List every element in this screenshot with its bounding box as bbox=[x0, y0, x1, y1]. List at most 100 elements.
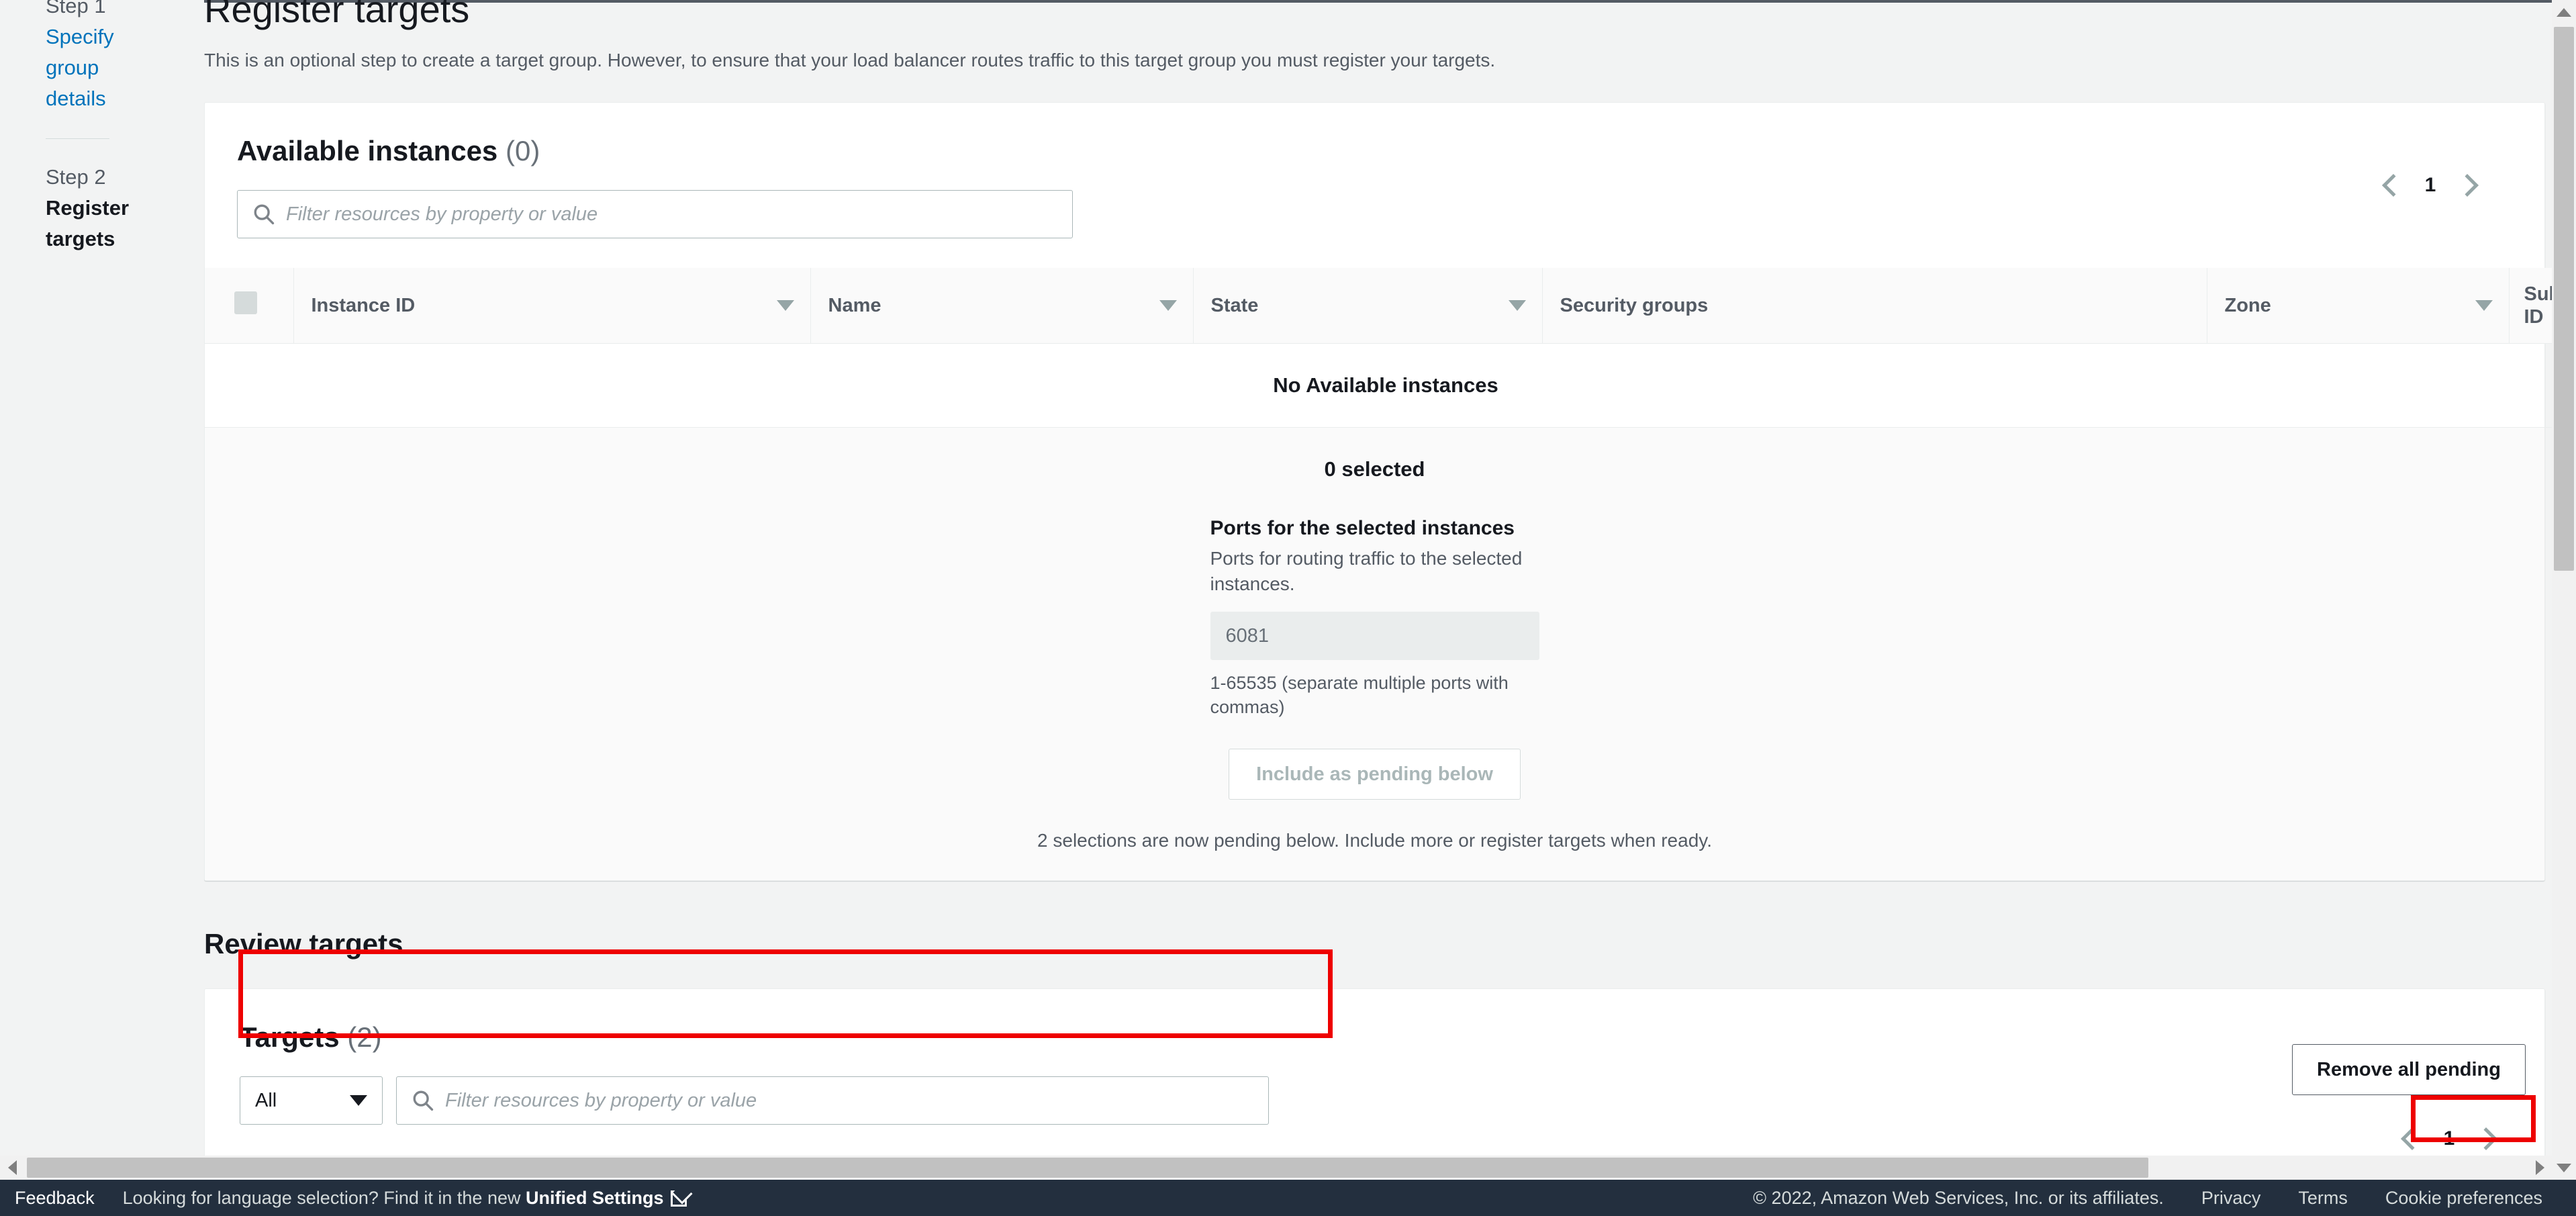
targets-filter-select-value: All bbox=[255, 1089, 277, 1111]
bottom-bar-left: Feedback Looking for language selection?… bbox=[0, 1188, 687, 1209]
wizard-divider bbox=[46, 138, 109, 139]
available-instances-search[interactable] bbox=[237, 190, 1073, 238]
available-column-security-groups-label: Security groups bbox=[1560, 295, 1709, 316]
ports-block: Ports for the selected instances Ports f… bbox=[1210, 515, 1539, 719]
wizard-step-2-title-line1: Register bbox=[46, 196, 130, 220]
page-description: This is an optional step to create a tar… bbox=[204, 50, 1496, 71]
scroll-down-button[interactable] bbox=[2552, 1156, 2576, 1180]
available-pagination-prev-button[interactable] bbox=[2373, 165, 2414, 206]
external-link-icon bbox=[670, 1190, 687, 1207]
available-instances-count: (0) bbox=[505, 135, 540, 167]
unified-settings-link[interactable]: Unified Settings bbox=[526, 1188, 664, 1208]
available-pagination-page-number[interactable]: 1 bbox=[2414, 174, 2446, 197]
scroll-left-button[interactable] bbox=[0, 1156, 24, 1180]
targets-search[interactable] bbox=[396, 1076, 1269, 1125]
copyright-text: © 2022, Amazon Web Services, Inc. or its… bbox=[1753, 1187, 2164, 1208]
pending-selections-note: 2 selections are now pending below. Incl… bbox=[1037, 830, 1712, 851]
available-column-zone-label: Zone bbox=[2224, 295, 2271, 316]
wizard-step-1-title-line2[interactable]: group bbox=[46, 52, 177, 83]
targets-filter-select[interactable]: All bbox=[240, 1076, 383, 1125]
vertical-scrollbar[interactable] bbox=[2552, 0, 2576, 1180]
available-column-name[interactable]: Name bbox=[810, 268, 1193, 344]
feedback-link[interactable]: Feedback bbox=[15, 1188, 95, 1209]
bottom-status-bar: Feedback Looking for language selection?… bbox=[0, 1180, 2576, 1216]
available-empty-message: No Available instances bbox=[205, 343, 2567, 428]
available-select-all-header[interactable] bbox=[205, 268, 293, 344]
targets-search-input[interactable] bbox=[445, 1089, 1253, 1112]
available-column-zone[interactable]: Zone bbox=[2206, 268, 2509, 344]
available-instances-title: Available instances (0) bbox=[237, 134, 2373, 169]
chevron-down-icon bbox=[350, 1095, 367, 1106]
triangle-left-icon bbox=[7, 1160, 17, 1175]
available-column-state-label: State bbox=[1210, 295, 1259, 316]
wizard-step-2-label: Step 2 bbox=[46, 165, 106, 189]
chevron-left-icon bbox=[2382, 174, 2405, 197]
sort-caret-icon[interactable] bbox=[776, 300, 794, 311]
available-pagination-next-button[interactable] bbox=[2446, 165, 2488, 206]
cookie-preferences-link[interactable]: Cookie preferences bbox=[2385, 1188, 2542, 1209]
ports-hint: 1-65535 (separate multiple ports with co… bbox=[1210, 673, 1509, 717]
wizard-step-1-label: Step 1 bbox=[46, 0, 106, 17]
chevron-right-icon bbox=[2456, 174, 2479, 197]
horizontal-scrollbar-thumb[interactable] bbox=[27, 1158, 2148, 1178]
search-icon bbox=[413, 1090, 434, 1111]
sort-caret-icon[interactable] bbox=[1159, 300, 1177, 311]
available-column-instance-id-label: Instance ID bbox=[311, 295, 416, 316]
bottom-bar-right: © 2022, Amazon Web Services, Inc. or its… bbox=[1753, 1188, 2576, 1209]
wizard-step-2-title-line2: targets bbox=[46, 227, 115, 250]
available-column-instance-id[interactable]: Instance ID bbox=[293, 268, 810, 344]
chevron-left-icon bbox=[2401, 1127, 2424, 1150]
targets-pagination: 1 bbox=[2391, 1118, 2507, 1160]
available-table-header-row: Instance ID Name State Security groups Z… bbox=[205, 268, 2576, 344]
scroll-right-button[interactable] bbox=[2528, 1156, 2552, 1180]
targets-title-text: Targets bbox=[240, 1021, 340, 1053]
triangle-up-icon bbox=[2557, 7, 2571, 17]
remove-all-pending-button[interactable]: Remove all pending bbox=[2292, 1044, 2526, 1095]
review-targets-section: Review targets bbox=[204, 927, 2576, 962]
available-column-state[interactable]: State bbox=[1192, 268, 1542, 344]
vertical-scrollbar-thumb[interactable] bbox=[2554, 27, 2574, 571]
available-empty-row: No Available instances bbox=[205, 343, 2567, 428]
available-instances-pagination: 1 bbox=[2373, 165, 2488, 206]
select-all-checkbox[interactable] bbox=[234, 291, 257, 314]
available-column-security-groups[interactable]: Security groups bbox=[1541, 268, 2207, 344]
available-instances-search-input[interactable] bbox=[286, 203, 1057, 226]
scroll-up-button[interactable] bbox=[2552, 0, 2576, 24]
selected-instances-panel: 0 selected Ports for the selected instan… bbox=[205, 428, 2544, 880]
horizontal-scrollbar[interactable] bbox=[0, 1156, 2552, 1180]
triangle-right-icon bbox=[2535, 1160, 2544, 1175]
targets-pagination-next-button[interactable] bbox=[2465, 1118, 2507, 1160]
include-as-pending-button[interactable]: Include as pending below bbox=[1229, 749, 1521, 800]
triangle-down-icon bbox=[2557, 1163, 2571, 1172]
language-notice: Looking for language selection? Find it … bbox=[123, 1188, 687, 1209]
ports-label: Ports for the selected instances bbox=[1210, 517, 1515, 539]
page-title: Register targets bbox=[204, 0, 470, 30]
terms-link[interactable]: Terms bbox=[2298, 1188, 2348, 1209]
selected-count-text: 0 selected bbox=[1324, 457, 1425, 481]
search-icon bbox=[254, 204, 275, 225]
ports-input[interactable] bbox=[1210, 612, 1539, 660]
language-notice-prefix: Looking for language selection? Find it … bbox=[122, 1187, 526, 1208]
sort-caret-icon[interactable] bbox=[2475, 300, 2493, 311]
available-instances-table-wrap: Instance ID Name State Security groups Z… bbox=[205, 268, 2576, 428]
review-targets-title: Review targets bbox=[204, 928, 403, 960]
wizard-step-2[interactable]: Step 2 Register targets bbox=[46, 162, 177, 254]
available-instances-card: Available instances (0) Filter resources… bbox=[204, 102, 2576, 881]
chevron-right-icon bbox=[2475, 1127, 2497, 1150]
aws-console-register-targets-page: Step 1 Specify group details Step 2 Regi… bbox=[0, 0, 2576, 1216]
targets-count: (2) bbox=[347, 1021, 382, 1053]
targets-card: Targets (2) All Filter resources by prop… bbox=[204, 988, 2571, 1180]
wizard-step-1[interactable]: Step 1 Specify group details bbox=[46, 0, 177, 114]
privacy-link[interactable]: Privacy bbox=[2201, 1188, 2261, 1209]
main-content: Register targets This is an optional ste… bbox=[204, 0, 2576, 1180]
wizard-step-1-title-line1[interactable]: Specify bbox=[46, 21, 177, 52]
ports-description: Ports for routing traffic to the selecte… bbox=[1210, 548, 1523, 594]
targets-pagination-page-number[interactable]: 1 bbox=[2433, 1127, 2465, 1150]
wizard-steps-sidebar: Step 1 Specify group details Step 2 Regi… bbox=[0, 0, 204, 1180]
targets-pagination-prev-button[interactable] bbox=[2391, 1118, 2433, 1160]
available-instances-table: Instance ID Name State Security groups Z… bbox=[205, 268, 2576, 428]
wizard-step-1-title-line3[interactable]: details bbox=[46, 83, 177, 114]
sort-caret-icon[interactable] bbox=[1508, 300, 1526, 311]
targets-title: Targets (2) bbox=[240, 1020, 2292, 1055]
available-column-name-label: Name bbox=[828, 295, 881, 316]
